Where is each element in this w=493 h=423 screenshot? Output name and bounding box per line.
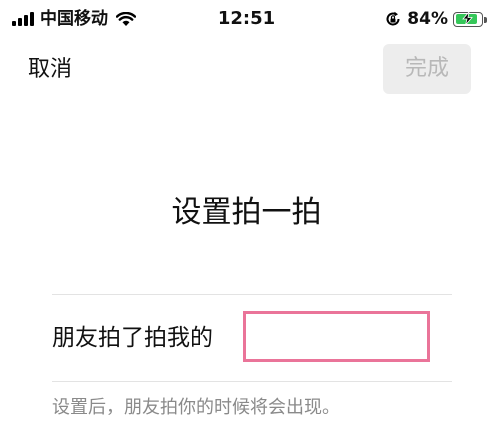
battery-percent: 84%	[407, 9, 448, 29]
divider	[52, 381, 452, 382]
cancel-button[interactable]: 取消	[28, 55, 72, 85]
done-button[interactable]: 完成	[383, 44, 471, 94]
page-title: 设置拍一拍	[171, 195, 322, 230]
divider	[52, 294, 452, 295]
pat-suffix-input[interactable]	[243, 311, 430, 362]
orientation-lock-icon	[386, 11, 400, 26]
screen: 中国移动 12:51 84% 取消 完成 设置拍一拍 朋友拍了拍我的 设置后，朋…	[0, 0, 493, 423]
pat-prefix-label: 朋友拍了拍我的	[52, 325, 213, 351]
battery-charging-icon	[453, 11, 487, 27]
hint-text: 设置后，朋友拍你的时候将会出现。	[52, 397, 340, 418]
status-right: 84%	[385, 9, 487, 29]
status-bar: 中国移动 12:51 84%	[0, 0, 493, 40]
charging-bolt-icon	[462, 11, 473, 25]
